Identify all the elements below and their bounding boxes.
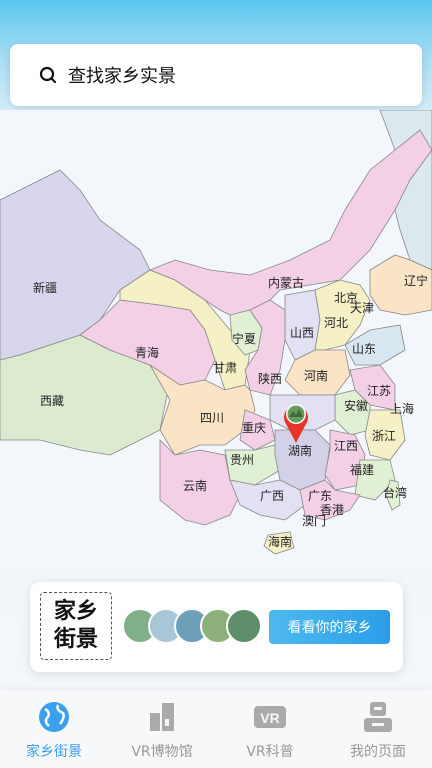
label-neimenggu: 内蒙古 <box>268 275 304 290</box>
view-hometown-button[interactable]: 看看你的家乡 <box>269 610 390 644</box>
svg-text:VR: VR <box>260 710 279 726</box>
label-liaoning: 辽宁 <box>404 273 428 288</box>
label-shanghai: 上海 <box>390 401 414 416</box>
label-qinghai: 青海 <box>135 345 159 360</box>
tab-label: VR博物馆 <box>131 744 193 760</box>
label-guangdong: 广东 <box>308 489 332 503</box>
user-icon <box>364 702 392 732</box>
hometown-logo: 家乡 街景 <box>40 592 112 660</box>
label-shandong: 山东 <box>352 342 376 356</box>
search-bar[interactable]: 查找家乡实景 <box>10 44 422 106</box>
location-pin-icon[interactable] <box>281 400 311 444</box>
globe-icon <box>39 702 69 732</box>
museum-icon <box>150 703 174 731</box>
label-ningxia: 宁夏 <box>232 331 256 346</box>
logo-line-2: 街景 <box>53 627 98 652</box>
label-shaanxi: 陕西 <box>258 371 282 386</box>
tab-label: 我的页面 <box>350 744 406 760</box>
label-yunnan: 云南 <box>183 478 207 493</box>
label-anhui: 安徽 <box>344 398 368 413</box>
label-sichuan: 四川 <box>200 411 224 425</box>
label-guizhou: 贵州 <box>230 453 254 467</box>
label-zhejiang: 浙江 <box>372 429 396 443</box>
tab-vr-science[interactable]: VR VR科普 <box>220 699 320 761</box>
label-hainan: 海南 <box>268 534 292 549</box>
search-placeholder: 查找家乡实景 <box>68 66 176 87</box>
label-jiangxi: 江西 <box>334 439 358 453</box>
china-map[interactable]: 新疆 西藏 青海 甘肃 宁夏 内蒙古 山西 陕西 四川 重庆 贵州 云南 广西 … <box>0 110 432 570</box>
label-jiangsu: 江苏 <box>367 384 391 398</box>
label-hunan: 湖南 <box>288 443 312 458</box>
label-shanxi-jin: 山西 <box>290 326 314 340</box>
label-henan: 河南 <box>304 368 328 383</box>
label-fujian: 福建 <box>350 462 374 477</box>
label-hebei: 河北 <box>324 316 348 330</box>
tab-label: 家乡街景 <box>26 744 82 760</box>
tab-hometown-street-view[interactable]: 家乡街景 <box>4 699 104 761</box>
label-xizang: 西藏 <box>40 394 64 408</box>
bottom-tab-bar: 家乡街景 VR博物馆 VR VR科普 我的页面 <box>0 690 432 768</box>
label-chongqing: 重庆 <box>242 421 266 435</box>
label-aomen: 澳门 <box>302 513 326 528</box>
vr-icon: VR <box>254 706 286 728</box>
search-icon <box>39 66 57 84</box>
hometown-banner[interactable]: 家乡 街景 看看你的家乡 <box>30 582 403 672</box>
scenery-thumbnails <box>122 608 262 644</box>
label-guangxi: 广西 <box>260 489 284 503</box>
label-taiwan: 台湾 <box>383 485 407 500</box>
label-xinjiang: 新疆 <box>33 280 57 295</box>
label-tianjin: 天津 <box>350 301 374 315</box>
tab-vr-museum[interactable]: VR博物馆 <box>112 699 212 761</box>
label-gansu: 甘肃 <box>213 361 237 375</box>
tab-my-page[interactable]: 我的页面 <box>328 699 428 761</box>
tab-label: VR科普 <box>246 744 294 760</box>
logo-line-1: 家乡 <box>53 599 98 624</box>
